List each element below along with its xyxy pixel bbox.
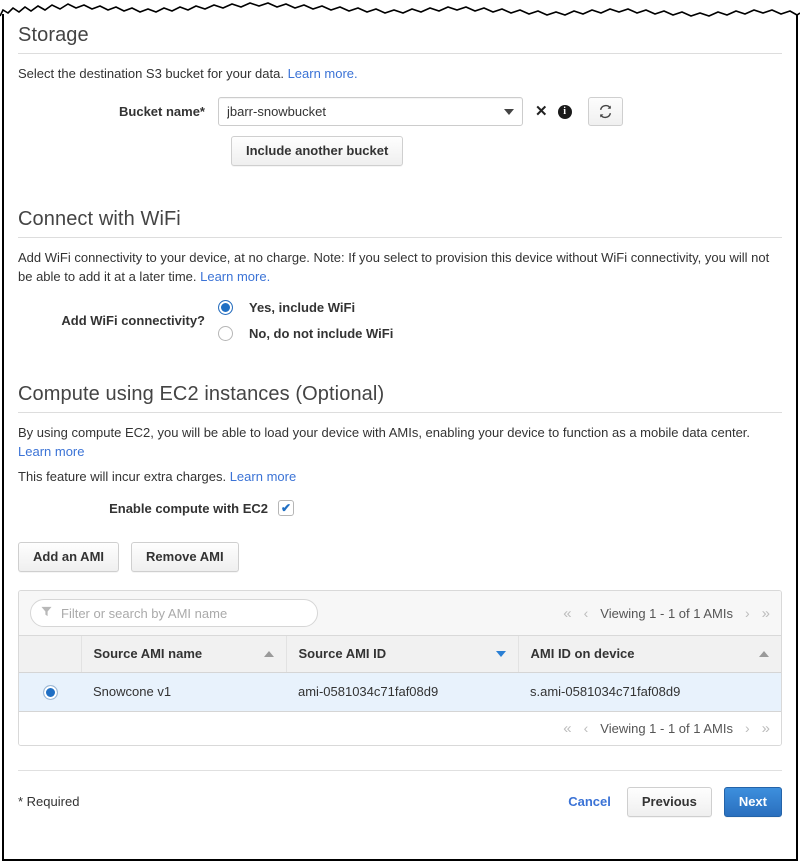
wifi-learn-more-link[interactable]: Learn more. [200, 269, 270, 284]
storage-learn-more-link[interactable]: Learn more. [288, 66, 358, 81]
table-header-row: Source AMI name Source AMI ID AMI ID on … [19, 636, 781, 673]
sort-asc-icon [263, 650, 274, 657]
filter-funnel-icon [41, 606, 52, 620]
include-another-bucket-button[interactable]: Include another bucket [231, 136, 404, 166]
pagination-prev-button[interactable]: ‹ [584, 606, 589, 620]
storage-description: Select the destination S3 bucket for you… [18, 64, 770, 83]
cell-source-ami-id: ami-0581034c71faf08d9 [286, 672, 518, 712]
compute-charges-learn-more-link[interactable]: Learn more [230, 469, 296, 484]
select-column-header [19, 636, 82, 673]
pagination-status-text: Viewing 1 - 1 of 1 AMIs [600, 605, 733, 621]
cell-source-ami-name: Snowcone v1 [81, 672, 286, 712]
pagination-status-text: Viewing 1 - 1 of 1 AMIs [600, 720, 733, 736]
funnel-icon-svg [41, 606, 52, 617]
wifi-option-no-label: No, do not include WiFi [249, 326, 394, 341]
ami-filter-box[interactable] [30, 599, 318, 627]
column-label: Source AMI name [93, 646, 203, 662]
wifi-option-yes-label: Yes, include WiFi [249, 300, 356, 315]
ami-pagination-bottom: « ‹ Viewing 1 - 1 of 1 AMIs › » [563, 721, 770, 736]
compute-section-title: Compute using EC2 instances (Optional) [18, 383, 385, 405]
sort-desc-icon [495, 650, 506, 657]
pagination-next-button[interactable]: › [745, 606, 750, 620]
pagination-prev-button[interactable]: ‹ [584, 721, 589, 735]
required-note: * Required [18, 794, 80, 810]
cancel-button[interactable]: Cancel [568, 794, 611, 809]
wifi-question-label: Add WiFi connectivity? [61, 313, 205, 328]
remove-ami-button[interactable]: Remove AMI [131, 542, 239, 572]
compute-section: Compute using EC2 instances (Optional) B… [18, 383, 782, 746]
enable-compute-checkbox[interactable]: ✔ [278, 500, 294, 516]
storage-section-title: Storage [18, 24, 89, 46]
pagination-next-button[interactable]: › [745, 721, 750, 735]
refresh-button[interactable] [587, 97, 623, 126]
bucket-name-select[interactable]: jbarr-snowbucket [218, 97, 523, 126]
add-ami-button[interactable]: Add an AMI [18, 542, 120, 572]
column-label: Source AMI ID [298, 646, 387, 662]
close-icon[interactable]: ✕ [535, 104, 548, 119]
ami-table-toolbar: « ‹ Viewing 1 - 1 of 1 AMIs › » [19, 591, 781, 636]
compute-charges-note: This feature will incur extra charges. L… [18, 467, 770, 486]
footer-actions: Cancel Previous Next [568, 786, 782, 817]
ami-table-body: Snowcone v1 ami-0581034c71faf08d9 s.ami-… [19, 672, 781, 712]
ami-filter-input[interactable] [59, 604, 307, 622]
ami-table: Source AMI name Source AMI ID AMI ID on … [19, 636, 781, 712]
info-icon[interactable]: i [557, 104, 572, 119]
compute-learn-more-link[interactable]: Learn more [18, 444, 84, 459]
ami-buttons-row: Add an AMI Remove AMI [18, 542, 782, 572]
cell-ami-id-on-device: s.ami-0581034c71faf08d9 [518, 672, 781, 712]
include-another-bucket-row: Include another bucket [231, 136, 782, 166]
column-header-source-ami-id[interactable]: Source AMI ID [286, 636, 519, 673]
wifi-description: Add WiFi connectivity to your device, at… [18, 248, 770, 286]
storage-section: Storage Select the destination S3 bucket… [18, 24, 782, 166]
ami-pagination-top: « ‹ Viewing 1 - 1 of 1 AMIs › » [563, 606, 770, 621]
wifi-radio-group: Yes, include WiFi No, do not include WiF… [218, 300, 393, 341]
sort-asc-icon [759, 650, 769, 657]
column-label: AMI ID on device [530, 646, 635, 662]
ami-table-panel: « ‹ Viewing 1 - 1 of 1 AMIs › » S [18, 590, 782, 746]
section-divider [18, 53, 782, 54]
compute-charges-text: This feature will incur extra charges. [18, 469, 230, 484]
radio-no-include-wifi[interactable] [218, 326, 233, 341]
wifi-option-yes[interactable]: Yes, include WiFi [218, 300, 393, 315]
wifi-description-text: Add WiFi connectivity to your device, at… [18, 250, 770, 284]
pagination-first-button[interactable]: « [563, 721, 571, 736]
bucket-name-row: Bucket name* jbarr-snowbucket ✕ i [18, 97, 782, 126]
ami-table-head: Source AMI name Source AMI ID AMI ID on … [19, 636, 781, 673]
form-content: Storage Select the destination S3 bucket… [4, 16, 796, 861]
section-divider [18, 412, 782, 413]
row-select-cell[interactable] [19, 672, 81, 712]
next-button[interactable]: Next [723, 786, 782, 817]
wifi-section: Connect with WiFi Add WiFi connectivity … [18, 208, 782, 341]
page-footer: * Required Cancel Previous Next [18, 771, 782, 817]
row-radio-selected[interactable] [42, 684, 58, 700]
pagination-first-button[interactable]: « [563, 606, 571, 621]
pagination-last-button[interactable]: » [762, 721, 770, 736]
refresh-icon [599, 104, 611, 119]
column-header-source-ami-name[interactable]: Source AMI name [81, 636, 287, 673]
compute-description-text: By using compute EC2, you will be able t… [18, 425, 751, 440]
enable-compute-label: Enable compute with EC2 [109, 500, 268, 516]
compute-description: By using compute EC2, you will be able t… [18, 423, 770, 461]
enable-compute-row: Enable compute with EC2 ✔ [18, 500, 782, 516]
previous-button[interactable]: Previous [626, 786, 712, 817]
column-header-ami-id-on-device[interactable]: AMI ID on device [518, 636, 781, 673]
ami-table-footer: « ‹ Viewing 1 - 1 of 1 AMIs › » [19, 711, 781, 745]
radio-yes-include-wifi[interactable] [218, 300, 233, 315]
section-divider [18, 237, 782, 238]
storage-description-text: Select the destination S3 bucket for you… [18, 66, 288, 81]
wifi-option-no[interactable]: No, do not include WiFi [218, 326, 393, 341]
screenshot-page: Storage Select the destination S3 bucket… [0, 0, 800, 864]
wifi-section-title: Connect with WiFi [18, 208, 181, 230]
pagination-last-button[interactable]: » [762, 606, 770, 621]
bucket-name-select-wrap: jbarr-snowbucket [218, 97, 523, 126]
bucket-name-label: Bucket name* [119, 104, 205, 119]
table-row[interactable]: Snowcone v1 ami-0581034c71faf08d9 s.ami-… [19, 672, 781, 712]
wifi-question-row: Add WiFi connectivity? Yes, include WiFi… [18, 300, 782, 341]
check-icon: ✔ [280, 501, 292, 515]
